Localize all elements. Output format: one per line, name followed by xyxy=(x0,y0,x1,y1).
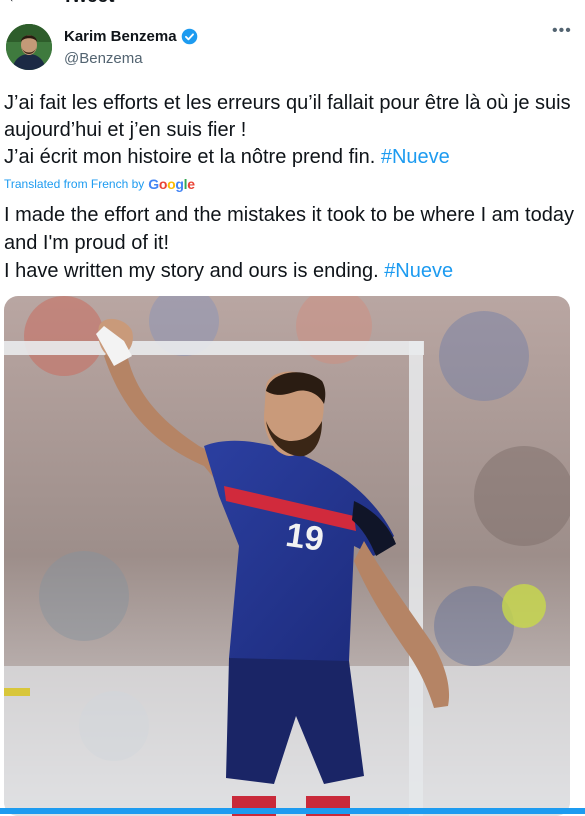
translated-label[interactable]: Translated from French by xyxy=(4,177,144,191)
translation-hashtag-link[interactable]: #Nueve xyxy=(384,260,453,282)
translation-line-1: I made the effort and the mistakes it to… xyxy=(4,204,574,254)
player-photo: 19 xyxy=(4,296,570,816)
tweet-line-2: J’ai écrit mon histoire et la nôtre pren… xyxy=(4,144,579,171)
google-logo: Google xyxy=(148,176,195,192)
author-name-row: Karim Benzema xyxy=(64,28,198,45)
avatar-image xyxy=(6,24,52,70)
translation-line-2-text: I have written my story and ours is endi… xyxy=(4,260,379,282)
tweet-line-1: J’ai fait les efforts et les erreurs qu’… xyxy=(4,92,571,141)
tweet-photo[interactable]: 19 xyxy=(4,296,570,816)
translation-line-2: I have written my story and ours is endi… xyxy=(4,257,579,285)
avatar[interactable] xyxy=(6,24,52,70)
jersey-number: 19 xyxy=(283,516,326,559)
tweet-text: J’ai fait les efforts et les erreurs qu’… xyxy=(4,90,579,171)
top-bar: ← Tweet xyxy=(0,0,585,8)
hashtag-link[interactable]: #Nueve xyxy=(381,146,450,168)
bottom-bar xyxy=(0,808,585,814)
more-options-icon[interactable]: ••• xyxy=(552,22,572,40)
verified-badge-icon xyxy=(181,28,197,45)
page-title: Tweet xyxy=(62,0,114,8)
author-name[interactable]: Karim Benzema xyxy=(64,28,177,45)
tweet-line-2-text: J’ai écrit mon histoire et la nôtre pren… xyxy=(4,146,376,168)
svg-text:19: 19 xyxy=(283,516,326,559)
author-handle[interactable]: @Benzema xyxy=(64,50,143,67)
translated-text: I made the effort and the mistakes it to… xyxy=(4,201,579,285)
translation-attribution: Translated from French by Google xyxy=(4,176,195,192)
arrow-left-icon[interactable]: ← xyxy=(6,0,24,7)
